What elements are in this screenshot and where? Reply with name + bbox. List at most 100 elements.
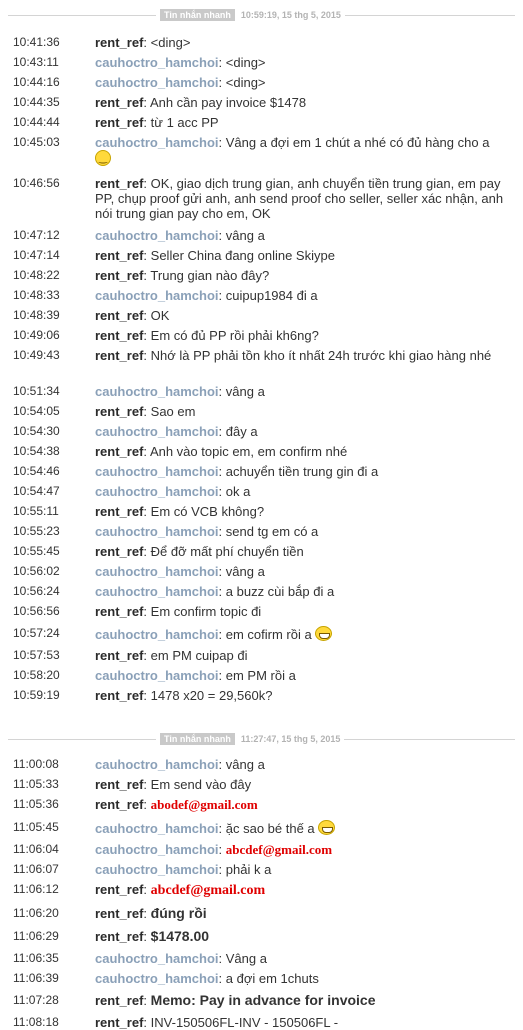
message-time: 11:06:07 [13,862,59,876]
message-time: 11:06:12 [13,882,59,896]
session-timestamp: 10:59:19, 15 thg 5, 2015 [240,10,341,20]
message-time: 11:06:29 [13,929,59,943]
message-sender: cauhoctro_hamchoi [95,288,219,303]
session-timestamp: 11:27:47, 15 thg 5, 2015 [240,734,341,744]
message-time: 11:06:20 [13,906,59,920]
message-time: 10:54:05 [13,404,60,418]
message-text: cuipup1984 đi a [225,288,318,303]
message-time: 10:44:35 [13,95,60,109]
message-sender: rent_ref [95,777,144,792]
message-sender: cauhoctro_hamchoi [95,757,219,772]
message-sender: rent_ref [95,268,144,283]
message-sender: cauhoctro_hamchoi [95,668,219,683]
message-text: Memo: Pay in advance for invoice [150,992,376,1008]
message-text: từ 1 acc PP [150,115,219,130]
message-body: cauhoctro_hamchoi: Vâng a đợi em 1 chút … [95,135,509,166]
message-text: a buzz cùi bắp đi a [225,584,335,599]
message-time: 10:55:45 [13,544,60,558]
message-text: phải k a [225,862,272,877]
message-body: rent_ref: Anh vào topic em, em confirm n… [95,444,348,459]
message-sender: cauhoctro_hamchoi [95,484,219,499]
message-body: cauhoctro_hamchoi: abcdef@gmail.com [95,842,333,857]
session-tag: Tin nhắn nhanh [160,733,235,745]
message-time: 11:06:35 [13,951,59,965]
message-time: 10:47:12 [13,228,60,242]
message-body: cauhoctro_hamchoi: vâng a [95,384,265,399]
message-sender: cauhoctro_hamchoi [95,971,219,986]
message-sender: cauhoctro_hamchoi [95,424,219,439]
message-time: 10:44:44 [13,115,60,129]
message-sender: rent_ref [95,95,144,110]
message-text: Vâng a [225,951,267,966]
message-text: em PM rồi a [225,668,296,683]
redacted-email: abcdef@gmail.com [225,842,333,857]
session-separator: Tin nhắn nhanh 10:59:19, 15 thg 5, 2015 [8,9,515,21]
message-sender: rent_ref [95,797,144,812]
message-time: 11:00:08 [13,757,59,771]
message-time: 10:55:11 [13,504,59,518]
message-sender: rent_ref [95,929,144,944]
message-sender: cauhoctro_hamchoi [95,55,219,70]
message-sender: rent_ref [95,544,144,559]
message-text: vâng a [225,757,265,772]
message-time: 10:54:38 [13,444,60,458]
message-text: 1478 x20 = 29,560k? [150,688,273,703]
message-body: rent_ref: INV-150506FL-INV - 150506FL - [95,1015,339,1030]
message-body: cauhoctro_hamchoi: ặc sao bé thế a [95,820,509,836]
message-body: rent_ref: abodef@gmail.com [95,797,258,812]
message-time: 10:57:53 [13,648,60,662]
message-text: đây a [225,424,258,439]
message-body: rent_ref: em PM cuipap đi [95,648,248,663]
message-time: 10:59:19 [13,688,60,702]
message-body: rent_ref: OK [95,308,170,323]
message-sender: rent_ref [95,504,144,519]
message-body: cauhoctro_hamchoi: ok a [95,484,251,499]
message-sender: cauhoctro_hamchoi [95,75,219,90]
message-sender: rent_ref [95,1015,144,1030]
message-time: 10:49:06 [13,328,60,342]
message-sender: rent_ref [95,308,144,323]
message-sender: rent_ref [95,444,144,459]
message-text: ặc sao bé thế a [225,821,315,836]
message-text: đúng rồi [150,905,207,921]
message-sender: rent_ref [95,882,144,897]
message-sender: cauhoctro_hamchoi [95,584,219,599]
message-body: cauhoctro_hamchoi: Vâng a [95,951,267,966]
message-time: 10:57:24 [13,626,60,640]
message-time: 11:06:04 [13,842,59,856]
message-text: Sao em [150,404,196,419]
message-time: 11:06:39 [13,971,59,985]
message-time: 10:48:39 [13,308,60,322]
message-text: em cofirm rồi a [225,627,312,642]
message-sender: rent_ref [95,35,144,50]
message-time: 10:54:30 [13,424,60,438]
message-sender: cauhoctro_hamchoi [95,135,219,150]
message-time: 10:55:23 [13,524,60,538]
message-text: Em có VCB không? [150,504,265,519]
message-body: rent_ref: Em confirm topic đi [95,604,262,619]
redacted-email: abodef@gmail.com [150,797,258,812]
message-body: rent_ref: Em có đủ PP rồi phải kh6ng? [95,328,319,343]
grin-emoticon-icon [318,820,336,835]
message-body: rent_ref: Seller China đang online Skiyp… [95,248,335,263]
message-body: cauhoctro_hamchoi: em cofirm rồi a [95,626,509,642]
message-body: rent_ref: Memo: Pay in advance for invoi… [95,992,376,1009]
message-body: rent_ref: Nhớ là PP phải tồn kho ít nhất… [95,348,492,363]
message-sender: rent_ref [95,348,144,363]
message-text: ok a [225,484,251,499]
message-time: 10:44:16 [13,75,60,89]
message-sender: cauhoctro_hamchoi [95,384,219,399]
message-text: <ding> [150,35,191,50]
message-text: Seller China đang online Skiype [150,248,335,263]
message-body: cauhoctro_hamchoi: a buzz cùi bắp đi a [95,584,335,599]
message-time: 10:56:56 [13,604,60,618]
message-sender: cauhoctro_hamchoi [95,564,219,579]
message-body: cauhoctro_hamchoi: <ding> [95,75,266,90]
message-text: a đợi em 1chuts [225,971,319,986]
message-body: rent_ref: Em send vào đây [95,777,252,792]
message-time: 11:05:45 [13,820,59,834]
message-text: vâng a [225,564,265,579]
message-text: Em send vào đây [150,777,252,792]
message-body: rent_ref: đúng rồi [95,905,207,922]
message-sender: rent_ref [95,604,144,619]
